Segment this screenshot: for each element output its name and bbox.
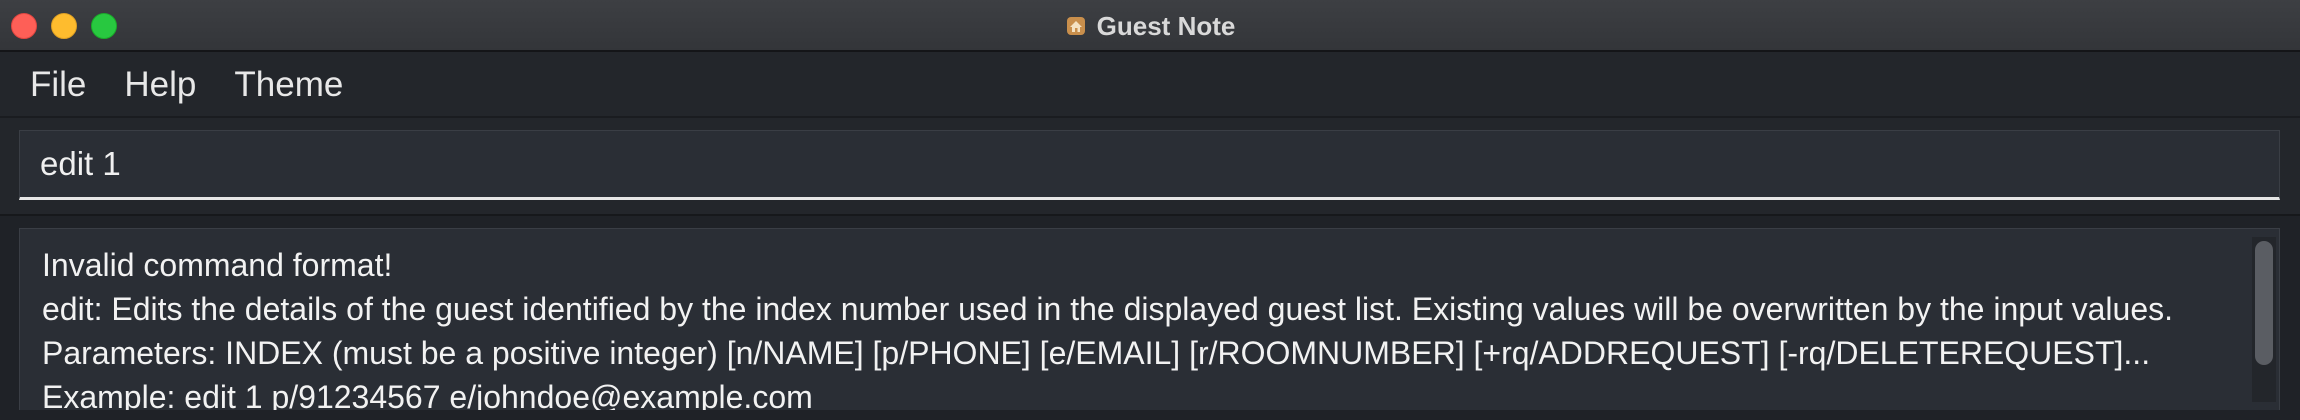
result-text: Invalid command format! edit: Edits the …: [42, 243, 2242, 412]
menu-help[interactable]: Help: [105, 53, 215, 117]
result-line: Example: edit 1 p/91234567 e/johndoe@exa…: [42, 379, 813, 412]
menu-bar: File Help Theme: [0, 54, 2300, 118]
window-title-group: Guest Note: [0, 0, 2300, 52]
window-title: Guest Note: [1096, 10, 1236, 41]
app-window: Guest Note File Help Theme Invalid comma…: [0, 0, 2300, 420]
window-bottom-edge: [0, 410, 2300, 420]
scrollbar-thumb[interactable]: [2255, 241, 2273, 365]
result-display[interactable]: Invalid command format! edit: Edits the …: [19, 228, 2280, 412]
menu-theme[interactable]: Theme: [215, 53, 362, 117]
result-scrollbar[interactable]: [2252, 237, 2276, 402]
house-icon: [1065, 15, 1087, 37]
result-line: Parameters: INDEX (must be a positive in…: [42, 335, 2151, 371]
result-line: Invalid command format!: [42, 247, 393, 283]
title-bar[interactable]: Guest Note: [0, 0, 2300, 52]
result-display-container: Invalid command format! edit: Edits the …: [0, 214, 2300, 420]
result-line: edit: Edits the details of the guest ide…: [42, 291, 2173, 327]
command-input[interactable]: [20, 131, 2279, 197]
menu-file[interactable]: File: [0, 53, 105, 117]
command-box-container: [0, 120, 2300, 210]
command-box: [19, 130, 2280, 200]
